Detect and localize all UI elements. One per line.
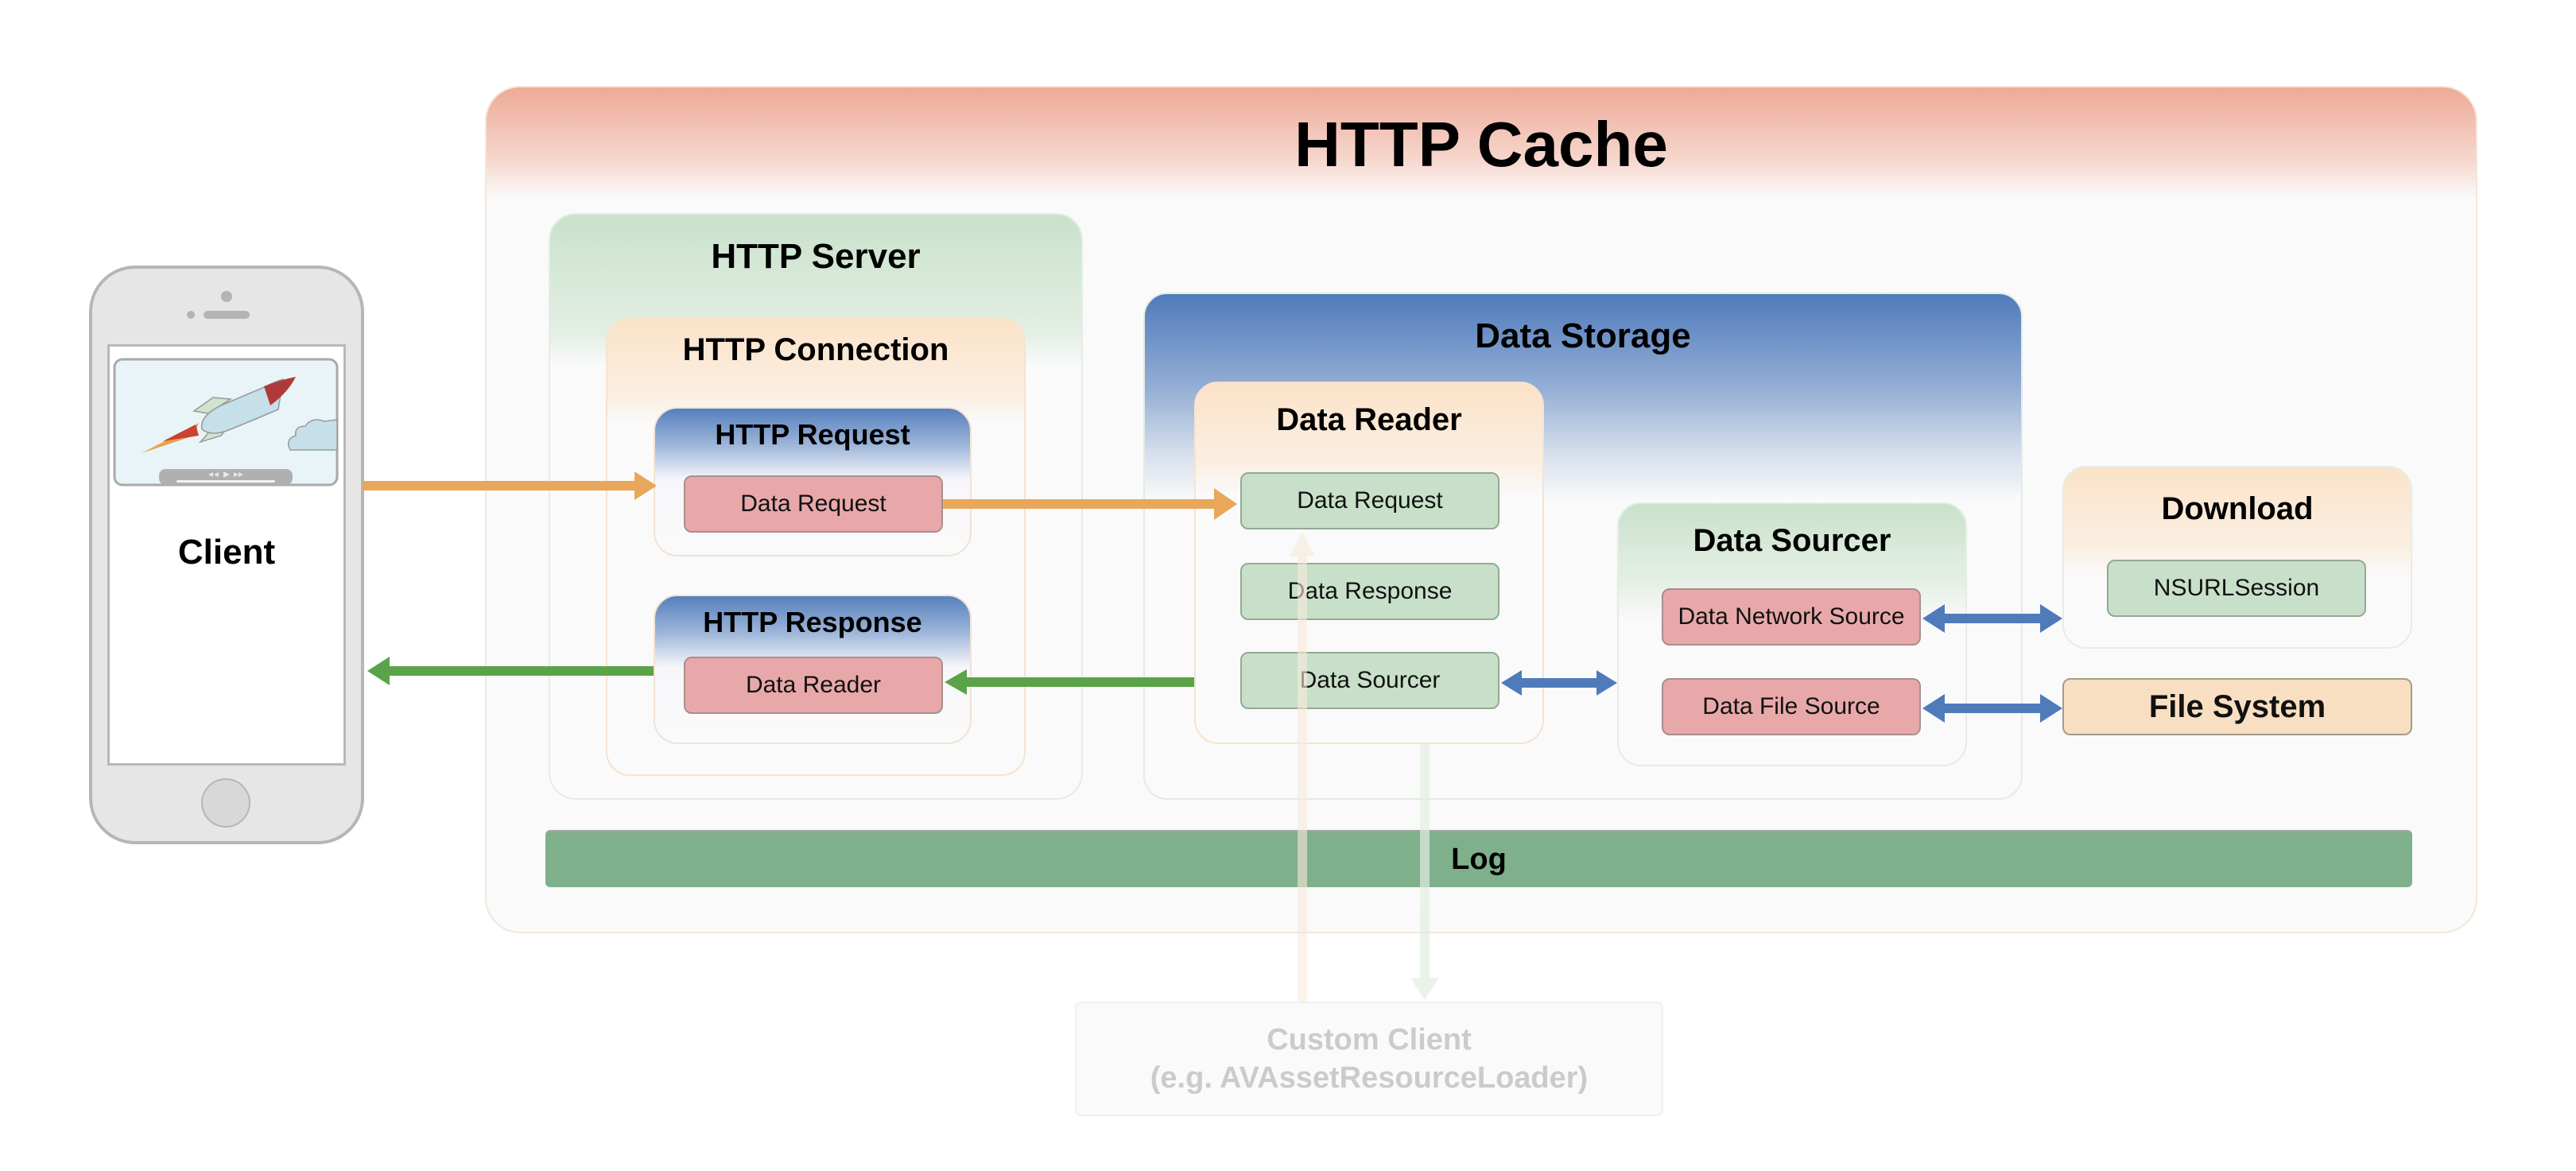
video-player-illustration [113, 358, 339, 487]
arrow-file-source-file-system [1922, 694, 2062, 723]
arrow-client-to-http-request [363, 471, 657, 500]
video-progress-track [177, 480, 275, 483]
arrow-network-source-download [1922, 604, 2062, 633]
arrow-data-sourcer-bidirectional [1501, 670, 1617, 696]
arrow-data-reader-to-http-response [945, 669, 1194, 695]
arrow-http-response-to-client [367, 657, 654, 685]
arrow-data-reader-to-custom-client-faded [1410, 744, 1439, 1000]
arrow-custom-client-to-data-request-faded [1290, 531, 1315, 1002]
diagram-overlay [113, 291, 2062, 1002]
phone-sensor-icon [187, 311, 195, 319]
phone-home-button-icon[interactable] [201, 778, 250, 828]
phone-camera-icon [221, 291, 232, 302]
arrow-http-request-to-data-reader [943, 488, 1237, 520]
phone-speaker-icon [204, 311, 250, 319]
